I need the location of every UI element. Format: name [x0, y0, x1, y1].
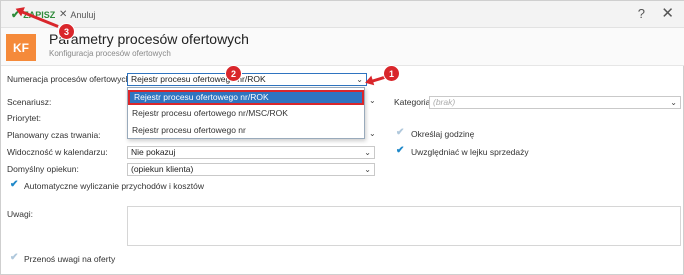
scenariusz-chevron-icon[interactable]: ⌄: [369, 96, 376, 105]
module-logo: KF: [6, 34, 36, 61]
planowany-chevron-icon[interactable]: ⌄: [369, 129, 376, 138]
dropdown-option[interactable]: Rejestr procesu ofertowego nr: [128, 123, 364, 138]
chevron-down-icon: ⌄: [670, 98, 677, 107]
numeracja-select[interactable]: Rejestr procesu ofertowego nr/ROK ⌄: [127, 73, 367, 86]
kategoria-placeholder: (brak): [433, 97, 456, 107]
przenos-label: Przenoś uwagi na oferty: [24, 254, 116, 264]
help-button[interactable]: ?: [638, 6, 645, 21]
uwzgledniac-checkbox[interactable]: ✔: [396, 145, 404, 156]
annotation-badge-1: 1: [383, 65, 400, 82]
okreslaj-label: Określaj godzinę: [411, 129, 475, 139]
close-icon: ✕: [59, 9, 68, 20]
numeracja-dropdown-list: Rejestr procesu ofertowego nr/ROK Rejest…: [127, 87, 365, 139]
dialog-window: ✔ ZAPISZ ✕ Anuluj ? ✕ KF Parametry proce…: [0, 0, 684, 275]
kategoria-label: Kategoria:: [394, 97, 433, 107]
widocznosc-value: Nie pokazuj: [131, 147, 176, 157]
scenariusz-label: Scenariusz:: [7, 97, 52, 107]
uwagi-textarea[interactable]: [127, 206, 681, 246]
widocznosc-label: Widoczność w kalendarzu:: [7, 147, 108, 157]
opiekun-label: Domyślny opiekun:: [7, 164, 79, 174]
uwzgledniac-label: Uwzględniać w lejku sprzedaży: [411, 147, 529, 157]
page-subtitle: Konfiguracja procesów ofertowych: [49, 49, 171, 58]
dropdown-option[interactable]: Rejestr procesu ofertowego nr/ROK: [128, 90, 364, 105]
opiekun-select[interactable]: (opiekun klienta) ⌄: [127, 163, 375, 176]
page-title: Parametry procesów ofertowych: [49, 31, 249, 47]
automatyczne-label: Automatyczne wyliczanie przychodów i kos…: [24, 181, 204, 191]
toolbar: ✔ ZAPISZ ✕ Anuluj ? ✕: [1, 1, 684, 28]
cancel-label: Anuluj: [70, 9, 96, 20]
okreslaj-checkbox[interactable]: ✔: [396, 127, 404, 138]
planowany-label: Planowany czas trwania:: [7, 130, 101, 140]
opiekun-value: (opiekun klienta): [131, 164, 194, 174]
uwagi-label: Uwagi:: [7, 209, 33, 219]
przenos-checkbox[interactable]: ✔: [10, 252, 18, 263]
kategoria-select[interactable]: (brak) ⌄: [429, 96, 681, 109]
automatyczne-checkbox[interactable]: ✔: [10, 179, 18, 190]
annotation-badge-2: 2: [225, 65, 242, 82]
numeracja-label: Numeracja procesów ofertowych:: [7, 74, 133, 84]
annotation-badge-3: 3: [58, 23, 75, 40]
close-window-button[interactable]: ✕: [661, 4, 674, 22]
chevron-down-icon: ⌄: [356, 75, 363, 84]
widocznosc-select[interactable]: Nie pokazuj ⌄: [127, 146, 375, 159]
numeracja-value: Rejestr procesu ofertowego nr/ROK: [131, 74, 266, 84]
chevron-down-icon: ⌄: [364, 165, 371, 174]
priorytet-label: Priorytet:: [7, 113, 42, 123]
page-header: KF Parametry procesów ofertowych Konfigu…: [1, 28, 684, 66]
cancel-button[interactable]: ✕ Anuluj: [59, 7, 95, 22]
dropdown-option[interactable]: Rejestr procesu ofertowego nr/MSC/ROK: [128, 106, 364, 121]
chevron-down-icon: ⌄: [364, 148, 371, 157]
